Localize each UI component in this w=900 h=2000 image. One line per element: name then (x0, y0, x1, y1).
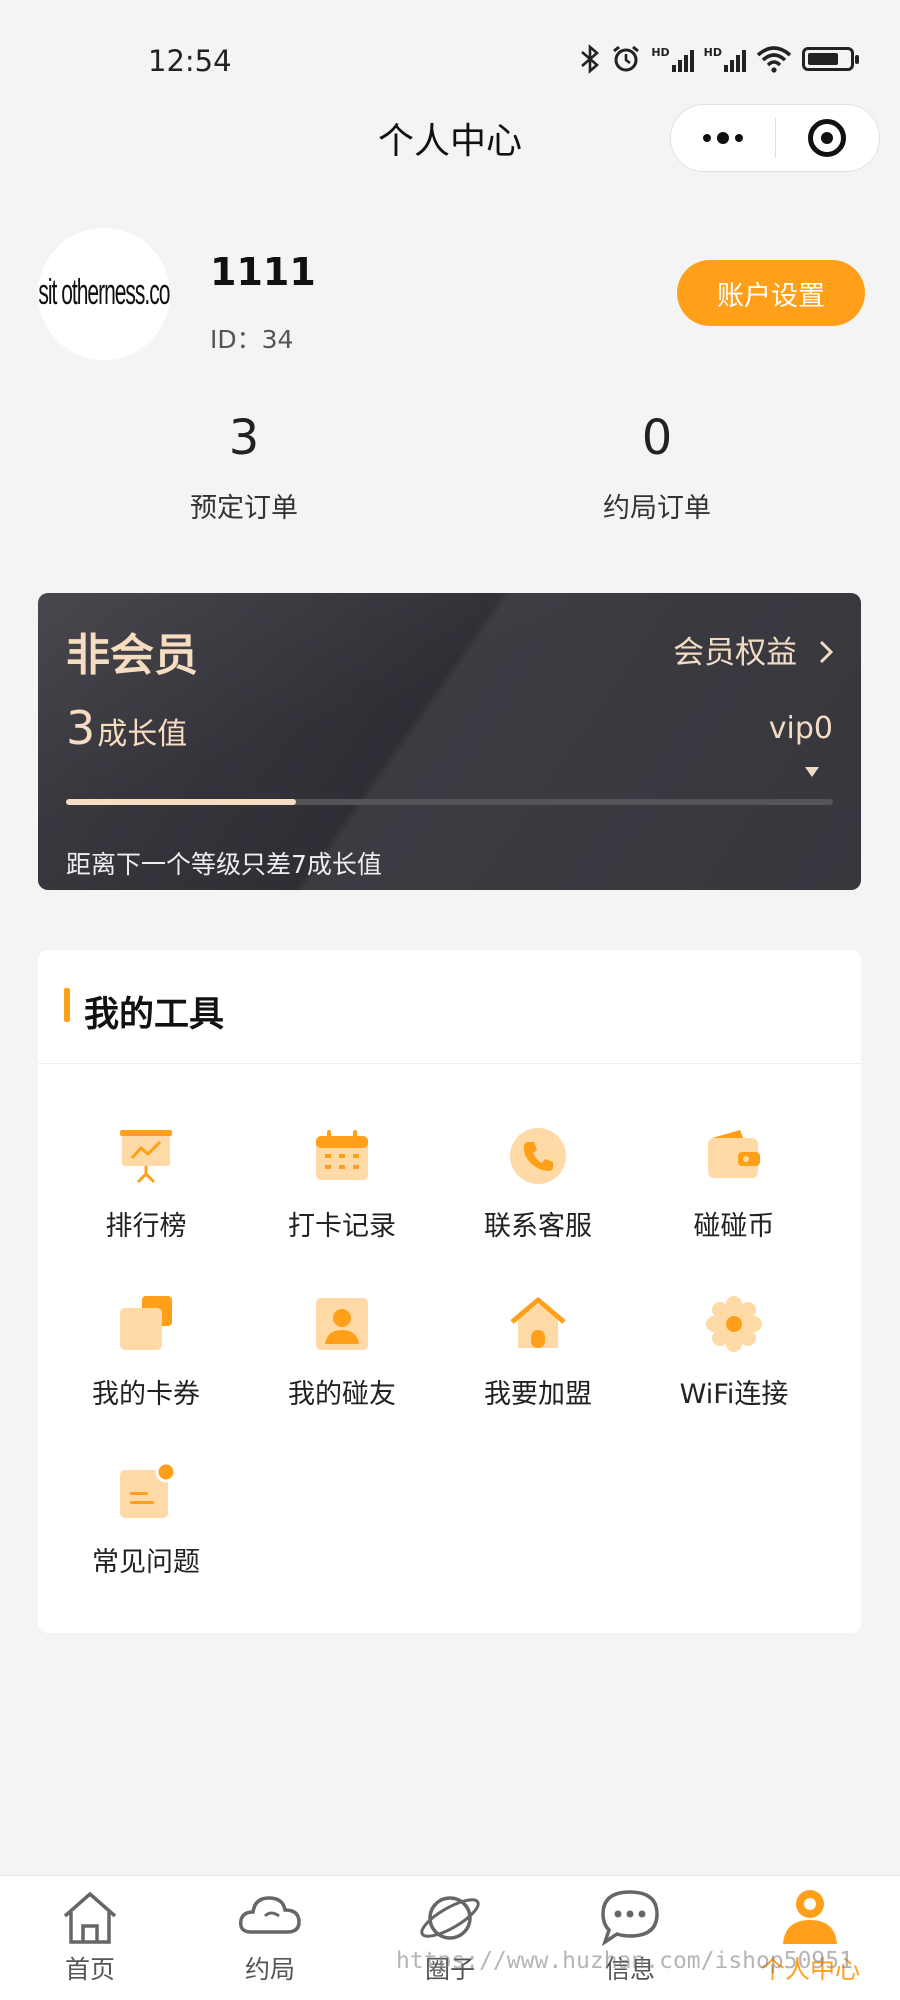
gear-icon (704, 1294, 764, 1354)
tools-header: 我的工具 (38, 950, 861, 1064)
vip-status-title: 非会员 (66, 630, 198, 681)
planet-tab-icon (415, 1886, 485, 1946)
section-accent-bar (64, 988, 70, 1022)
tool-my-coupons[interactable]: 我的卡券 (48, 1294, 244, 1411)
tools-title: 我的工具 (84, 995, 225, 1035)
tool-faq[interactable]: 常见问题 (48, 1461, 244, 1579)
vip-progress-note: 距离下一个等级只差7成长值 (66, 850, 382, 879)
leaderboard-icon (116, 1126, 176, 1186)
username: 1111 (210, 250, 316, 294)
tab-home[interactable]: 首页 (20, 1886, 160, 1986)
cell-signal-2-icon: HD (704, 46, 746, 72)
coupon-icon (116, 1294, 176, 1354)
close-target-icon (808, 119, 847, 157)
alarm-icon (613, 45, 640, 72)
tool-label: 我的卡券 (92, 1379, 200, 1410)
hd-label: HD (703, 46, 722, 59)
level-marker-icon (805, 767, 819, 777)
stat-meetup-orders[interactable]: 0 约局订单 (547, 410, 767, 525)
vip-rights-link[interactable]: 会员权益 (673, 627, 835, 672)
user-id: ID：34 (210, 325, 294, 354)
more-icon (702, 132, 743, 144)
bluetooth-icon (581, 44, 600, 74)
status-icons: HD HD (579, 44, 859, 74)
watermark-text: https://www.huzhan.com/ishop50951 (396, 1948, 853, 1974)
vip-card: 非会员 会员权益 3成长值 vip0 距离下一个等级只差7成长值 (38, 593, 861, 890)
avatar-text: Visit otherness.com (38, 273, 170, 313)
cell-signal-1-icon: HD (651, 46, 694, 72)
more-button[interactable] (671, 105, 775, 171)
profile-tab-icon (775, 1886, 845, 1946)
stat-value: 3 (228, 410, 260, 466)
tool-label: 打卡记录 (288, 1211, 396, 1242)
avatar[interactable]: Visit otherness.com (38, 228, 170, 360)
tab-meetup[interactable]: 约局 (200, 1886, 340, 1986)
growth-progress-track (66, 799, 833, 805)
stat-label: 预定订单 (190, 493, 298, 524)
growth-progress-fill (66, 799, 297, 805)
tool-leaderboard[interactable]: 排行榜 (48, 1126, 244, 1243)
mini-program-capsule (670, 104, 880, 172)
growth-value: 3成长值 (66, 701, 187, 755)
cloud-tab-icon (235, 1886, 305, 1946)
calendar-icon (312, 1126, 372, 1186)
tool-label: 碰碰币 (693, 1211, 775, 1242)
close-button[interactable] (776, 105, 880, 171)
tool-franchise[interactable]: 我要加盟 (440, 1294, 636, 1411)
tool-label: 我要加盟 (484, 1379, 592, 1410)
faq-icon (116, 1461, 177, 1522)
stat-label: 约局订单 (603, 493, 711, 524)
tool-wifi-connect[interactable]: WiFi连接 (636, 1294, 832, 1411)
status-bar: 12:54 HD HD (0, 0, 900, 120)
my-tools-panel: 我的工具 排行榜 打卡记录 联系客服 碰碰币 我的卡券 我的碰友 我要加盟 Wi… (38, 950, 861, 1633)
chevron-right-icon (819, 640, 834, 664)
tool-label: 常见问题 (92, 1547, 200, 1578)
tool-coins[interactable]: 碰碰币 (636, 1126, 832, 1243)
battery-icon (802, 47, 859, 71)
vip-rights-label: 会员权益 (673, 635, 798, 671)
tool-contact-support[interactable]: 联系客服 (440, 1126, 636, 1243)
growth-number: 3 (66, 701, 96, 755)
tool-label: 我的碰友 (288, 1379, 396, 1410)
friend-icon (312, 1294, 372, 1354)
status-time: 12:54 (148, 44, 232, 78)
account-settings-button[interactable]: 账户设置 (677, 260, 865, 326)
home-icon (508, 1294, 568, 1354)
hd-label: HD (651, 46, 670, 59)
growth-label: 成长值 (97, 717, 188, 752)
stat-booking-orders[interactable]: 3 预定订单 (134, 410, 354, 525)
tab-label: 约局 (244, 1955, 295, 1984)
wallet-icon (704, 1126, 764, 1186)
chat-tab-icon (595, 1886, 665, 1947)
bottom-tab-bar: 首页 约局 圈子 信息 个人中心 https://www.huzhan.com/… (0, 1875, 900, 2000)
tool-label: 排行榜 (105, 1211, 187, 1242)
tool-checkin-records[interactable]: 打卡记录 (244, 1126, 440, 1243)
stat-value: 0 (641, 410, 673, 466)
tool-label: 联系客服 (484, 1211, 592, 1242)
vip-level: vip0 (768, 711, 833, 746)
phone-icon (508, 1126, 568, 1186)
tab-label: 首页 (64, 1955, 115, 1984)
tool-label: WiFi连接 (679, 1379, 789, 1410)
wifi-icon (756, 46, 792, 73)
tool-my-friends[interactable]: 我的碰友 (244, 1294, 440, 1411)
home-tab-icon (55, 1886, 125, 1946)
